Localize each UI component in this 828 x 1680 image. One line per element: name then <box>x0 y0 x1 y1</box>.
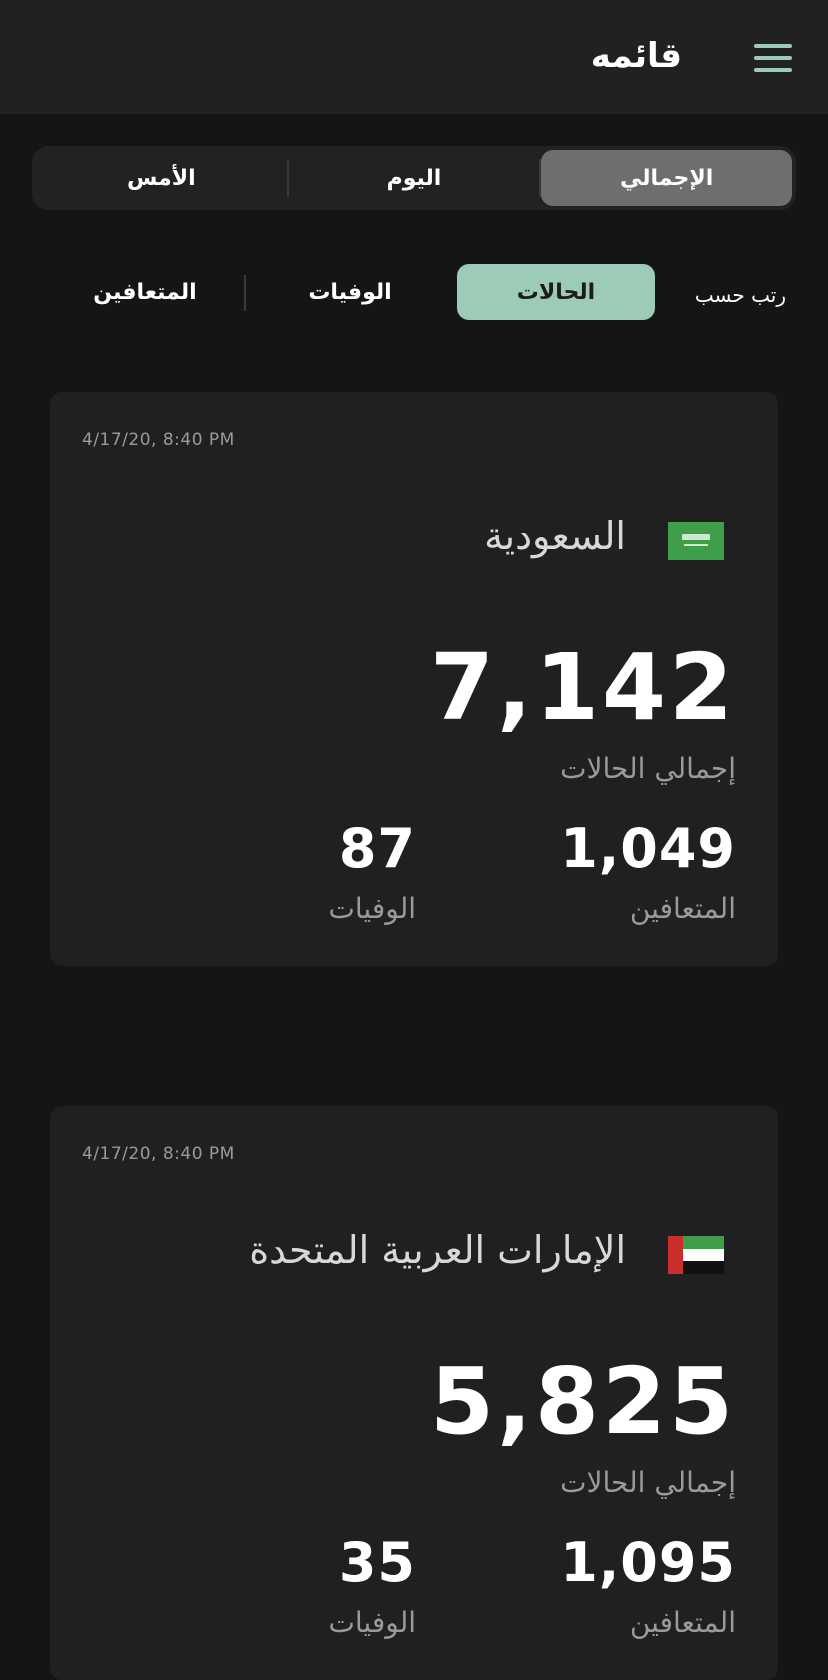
sort-option-recovered[interactable]: المتعافين <box>70 264 220 320</box>
card-timestamp: 4/17/20, 8:40 PM <box>82 430 235 450</box>
sort-divider <box>244 275 246 311</box>
total-cases-value: 5,825 <box>429 1348 736 1455</box>
card-timestamp: 4/17/20, 8:40 PM <box>82 1144 235 1164</box>
total-cases-label: إجمالي الحالات <box>560 1466 736 1499</box>
period-segmented-control: الإجمالي اليوم الأمس <box>32 146 796 210</box>
saudi-arabia-flag-icon <box>668 522 724 560</box>
top-app-bar: قائمه <box>0 0 828 114</box>
total-cases-label: إجمالي الحالات <box>560 752 736 785</box>
sort-by-label: رتب حسب <box>694 283 786 307</box>
sort-option-cases[interactable]: الحالات <box>457 264 655 320</box>
tab-total[interactable]: الإجمالي <box>541 150 792 206</box>
recovered-value: 1,049 <box>560 817 736 880</box>
sort-option-deaths[interactable]: الوفيات <box>270 264 430 320</box>
deaths-label: الوفيات <box>328 892 417 925</box>
deaths-value: 87 <box>338 817 416 880</box>
tab-yesterday[interactable]: الأمس <box>36 150 287 206</box>
deaths-value: 35 <box>338 1531 416 1594</box>
uae-flag-icon <box>668 1236 724 1274</box>
country-name: الإمارات العربية المتحدة <box>249 1228 626 1272</box>
country-card-saudi-arabia[interactable]: 4/17/20, 8:40 PM السعودية 7,142 إجمالي ا… <box>50 392 778 966</box>
page-title: قائمه <box>590 36 682 76</box>
recovered-label: المتعافين <box>629 892 736 925</box>
hamburger-menu-icon[interactable] <box>754 44 792 74</box>
recovered-value: 1,095 <box>560 1531 736 1594</box>
country-name: السعودية <box>484 514 626 558</box>
deaths-label: الوفيات <box>328 1606 417 1639</box>
country-card-uae[interactable]: 4/17/20, 8:40 PM الإمارات العربية المتحد… <box>50 1106 778 1680</box>
recovered-label: المتعافين <box>629 1606 736 1639</box>
tab-today[interactable]: اليوم <box>289 150 540 206</box>
total-cases-value: 7,142 <box>429 634 736 741</box>
